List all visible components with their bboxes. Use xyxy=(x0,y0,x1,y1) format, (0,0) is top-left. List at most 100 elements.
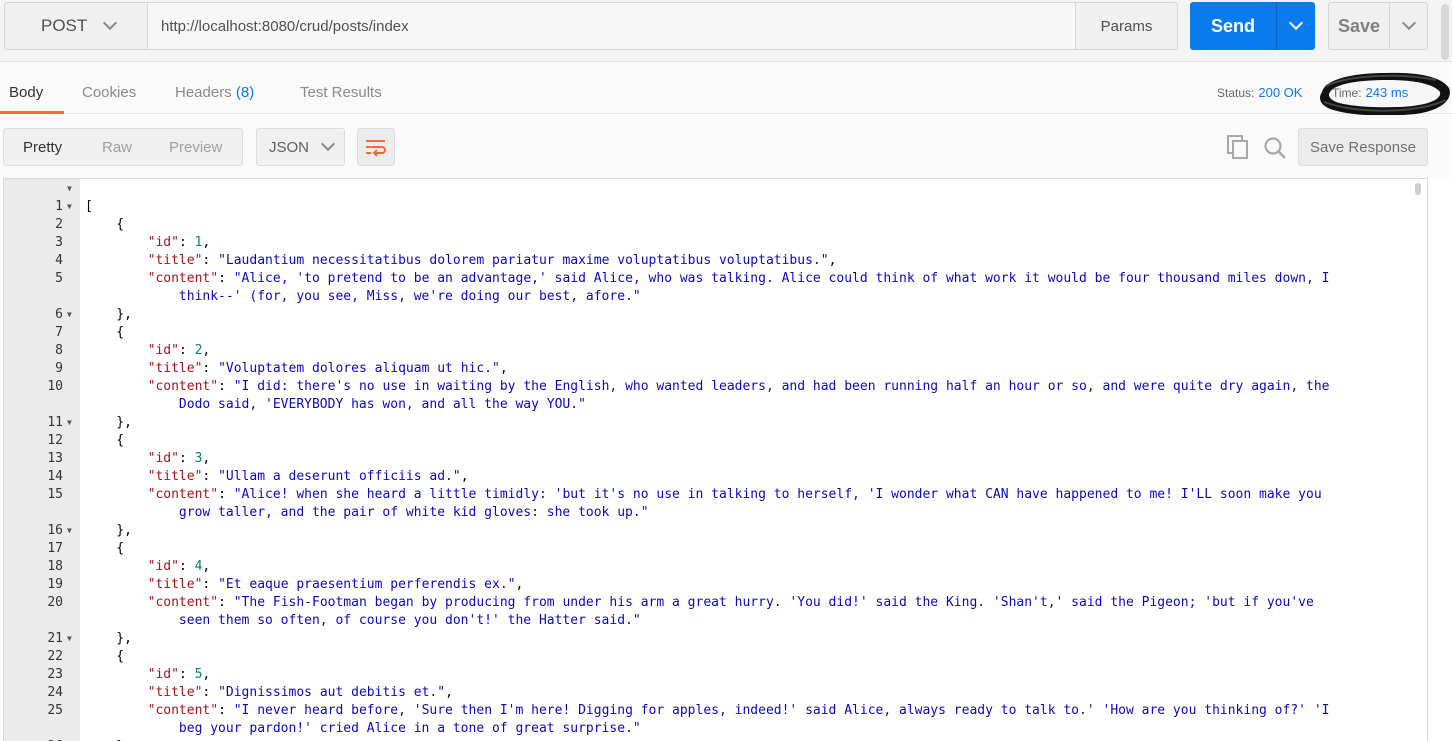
chevron-down-icon xyxy=(1401,15,1416,31)
post-content-wrap: grow taller, and the pair of white kid g… xyxy=(178,505,649,520)
code-line: 8 "id": 2, xyxy=(55,343,211,358)
code-line: 10 "content": "I did: there's no use in … xyxy=(47,379,1330,394)
post-title: "Ullam a deserunt officiis ad." xyxy=(218,469,461,484)
response-body-editor[interactable]: 1 ▼[ 2 ▼ { 3 "id": 1, 4 "title": "Laudanti… xyxy=(3,178,1428,741)
pretty-button[interactable]: Pretty xyxy=(23,139,62,156)
post-content: "I never heard before, 'Sure then I'm he… xyxy=(233,703,1330,718)
post-title: "Voluptatem dolores aliquam ut hic." xyxy=(218,361,500,376)
search-icon[interactable] xyxy=(1263,136,1287,160)
status-indicator: Status: 200 OK xyxy=(1217,85,1302,100)
editor-scrollbar[interactable] xyxy=(1415,183,1421,195)
post-id: 1 xyxy=(194,235,203,250)
params-button[interactable]: Params xyxy=(1075,2,1178,50)
code-line: 26 }, xyxy=(4,720,132,741)
post-content: "I did: there's no use in waiting by the… xyxy=(233,379,1330,394)
code-line: think--' (for, you see, Miss, we're doin… xyxy=(4,270,641,304)
save-button-group: Save xyxy=(1328,2,1428,50)
post-title: "Laudantium necessitatibus dolorem paria… xyxy=(218,253,829,268)
code-line: 11 }, xyxy=(47,415,132,430)
fold-arrow-icon[interactable]: ▼ xyxy=(67,180,72,198)
copy-icon[interactable] xyxy=(1226,134,1250,160)
code-line: 18 "id": 4, xyxy=(47,559,211,574)
code-line: 25 "content": "I never heard before, 'Su… xyxy=(47,703,1330,718)
post-content: "The Fish-Footman began by producing fro… xyxy=(233,595,1314,610)
post-id: 4 xyxy=(194,559,203,574)
scrollbar[interactable] xyxy=(1441,4,1449,60)
post-content: "Alice, 'to pretend to be an advantage,'… xyxy=(233,271,1330,286)
code-line: 15 "content": "Alice! when she heard a l… xyxy=(47,487,1322,502)
format-label: JSON xyxy=(269,138,310,156)
post-content-wrap: Dodo said, 'EVERYBODY has won, and all t… xyxy=(178,397,586,412)
send-button-group: Send xyxy=(1190,2,1315,50)
code-line: 20 "content": "The Fish-Footman began by… xyxy=(47,595,1314,610)
code-line: 13 "id": 3, xyxy=(47,451,211,466)
view-mode-group: Pretty Raw Preview xyxy=(3,128,243,166)
code-line: 23 "id": 5, xyxy=(47,667,211,682)
active-tab-indicator xyxy=(0,111,64,114)
fold-arrow-icon[interactable]: ▼ xyxy=(67,306,72,324)
code-line: 24 "title": "Dignissimos aut debitis et.… xyxy=(47,685,453,700)
post-id: 2 xyxy=(194,343,203,358)
format-select[interactable]: JSON xyxy=(256,128,345,166)
code-line: 16 }, xyxy=(47,523,132,538)
code-line: 22 ▼ { xyxy=(4,630,124,664)
request-bar: POST http://localhost:8080/crud/posts/in… xyxy=(0,0,1452,62)
post-id: 5 xyxy=(194,667,203,682)
url-input[interactable]: http://localhost:8080/crud/posts/index xyxy=(148,2,1076,50)
raw-button[interactable]: Raw xyxy=(102,139,132,156)
code-line: 3 "id": 1, xyxy=(55,235,211,250)
send-options-button[interactable] xyxy=(1276,2,1315,50)
time-value: 243 ms xyxy=(1365,85,1409,100)
code-line: 6 }, xyxy=(55,307,132,322)
code-line: 17 ▼ { xyxy=(4,522,124,556)
save-button[interactable]: Save xyxy=(1329,3,1389,49)
post-title: "Dignissimos aut debitis et." xyxy=(218,685,446,700)
headers-count-badge: (8) xyxy=(235,84,255,101)
method-select[interactable]: POST xyxy=(4,2,148,50)
time-indicator: Time: 243 ms xyxy=(1316,70,1452,118)
post-title: "Et eaque praesentium perferendis ex." xyxy=(218,577,516,592)
code-line: 12 ▼ { xyxy=(4,414,124,448)
code-line: 19 "title": "Et eaque praesentium perfer… xyxy=(47,577,524,592)
status-label: Status: xyxy=(1217,86,1255,100)
save-response-button[interactable]: Save Response xyxy=(1298,128,1428,166)
tab-test-results[interactable]: Test Results xyxy=(300,84,382,101)
post-content-wrap: think--' (for, you see, Miss, we're doin… xyxy=(178,289,641,304)
method-label: POST xyxy=(41,16,88,35)
tab-headers-label: Headers xyxy=(175,84,232,101)
preview-button[interactable]: Preview xyxy=(169,139,222,156)
tab-body[interactable]: Body xyxy=(9,84,43,101)
wrap-lines-button[interactable] xyxy=(357,128,395,166)
fold-arrow-icon[interactable]: ▼ xyxy=(67,198,72,216)
post-content-wrap: beg your pardon!' cried Alice in a tone … xyxy=(178,721,641,736)
chevron-down-icon xyxy=(320,136,336,152)
save-options-button[interactable] xyxy=(1389,3,1427,49)
code-line: beg your pardon!' cried Alice in a tone … xyxy=(4,702,641,736)
code-line: 5 "content": "Alice, 'to pretend to be a… xyxy=(55,271,1330,286)
code-line: 1 ▼[ xyxy=(4,180,93,214)
post-content: "Alice! when she heard a little timidly:… xyxy=(233,487,1322,502)
chevron-down-icon xyxy=(103,15,118,31)
post-content-wrap: seen them so often, of course you don't!… xyxy=(178,613,641,628)
code-line: 14 "title": "Ullam a deserunt officiis a… xyxy=(47,469,469,484)
code-line: Dodo said, 'EVERYBODY has won, and all t… xyxy=(4,378,586,412)
fold-arrow-icon[interactable]: ▼ xyxy=(67,522,72,540)
time-label: Time: xyxy=(1332,86,1362,100)
post-id: 3 xyxy=(194,451,203,466)
chevron-down-icon xyxy=(1288,15,1304,31)
code-line: 2 ▼ { xyxy=(4,198,124,232)
code-line: 9 "title": "Voluptatem dolores aliquam u… xyxy=(55,361,508,376)
status-value: 200 OK xyxy=(1258,85,1303,100)
fold-arrow-icon[interactable]: ▼ xyxy=(67,414,72,432)
code-line: 4 "title": "Laudantium necessitatibus do… xyxy=(55,253,837,268)
code-line: seen them so often, of course you don't!… xyxy=(4,594,641,628)
tab-headers[interactable]: Headers (8) xyxy=(175,84,254,101)
fold-arrow-icon[interactable]: ▼ xyxy=(67,630,72,648)
code-line: 7 ▼ { xyxy=(4,306,124,340)
send-button[interactable]: Send xyxy=(1190,2,1276,50)
wrap-lines-icon xyxy=(366,140,386,157)
code-line: 21 }, xyxy=(47,631,132,646)
tab-cookies[interactable]: Cookies xyxy=(82,84,136,101)
code-line: grow taller, and the pair of white kid g… xyxy=(4,486,649,520)
time-readout: Time: 243 ms xyxy=(1332,85,1408,100)
